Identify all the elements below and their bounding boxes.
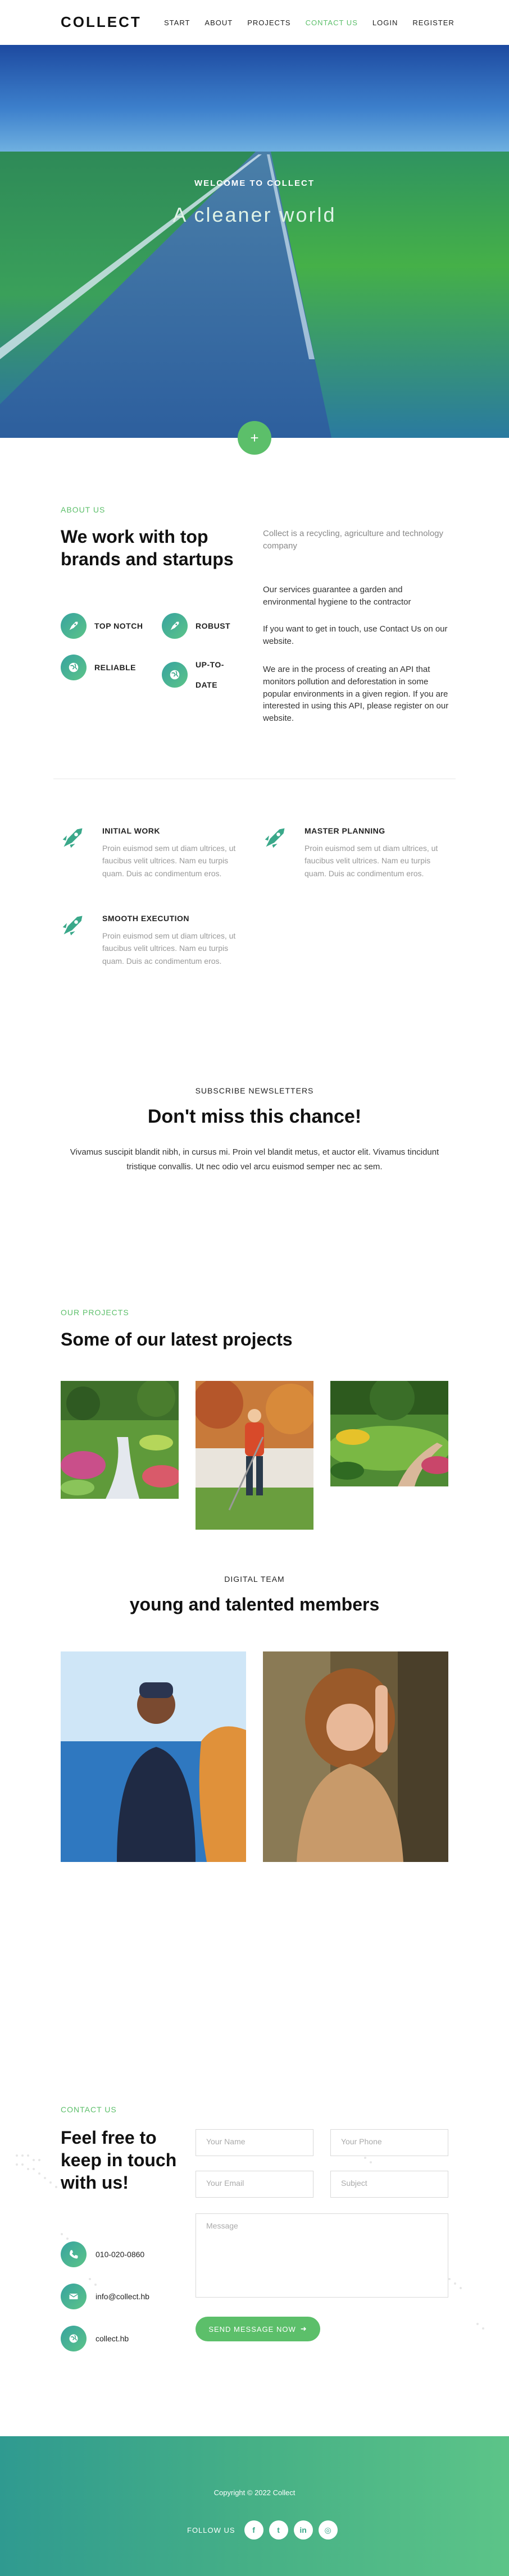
service-title: MASTER PLANNING [305,826,385,835]
newsletter-text: Vivamus suscipit blandit nibh, in cursus… [70,1147,439,1172]
rocket-icon [162,613,188,639]
project-image-1[interactable] [61,1381,179,1499]
top-navbar: COLLECT START ABOUT PROJECTS CONTACT US … [0,0,509,45]
rocket-icon [62,916,83,936]
about-paragraph-3: If you want to get in touch, use Contact… [263,624,448,646]
phone-field[interactable]: Your Phone [330,2129,448,2156]
hero-section: WELCOME TO COLLECT A cleaner world [0,45,509,438]
feature-reliable: RELIABLE [61,655,136,680]
logo[interactable]: COLLECT [61,13,142,31]
globe-icon [61,2326,87,2351]
newsletter-heading: Don't miss this chance! [147,1106,362,1127]
contact-site-value[interactable]: collect.hb [96,2334,129,2343]
subject-field[interactable]: Subject [330,2171,448,2198]
main-menu: START ABOUT PROJECTS CONTACT US LOGIN RE… [164,19,455,27]
twitter-icon[interactable]: t [269,2520,288,2540]
contact-email-value[interactable]: info@collect.hb [96,2292,149,2301]
feature-label: TOP NOTCH [94,621,143,630]
linkedin-icon[interactable]: in [293,2520,313,2540]
feature-top-notch: TOP NOTCH [61,613,143,639]
service-title: SMOOTH EXECUTION [102,914,190,923]
about-paragraph-1: Collect is a recycling, agriculture and … [263,529,443,551]
feature-robust: ROBUST [162,613,230,639]
service-text: Proin euismod sem ut diam ultrices, ut f… [102,931,236,966]
facebook-icon[interactable]: f [244,2520,263,2540]
scroll-down-button[interactable]: + [238,421,271,455]
nav-login[interactable]: LOGIN [372,19,398,27]
contact-site: collect.hb [61,2326,129,2351]
team-member-photo-1[interactable] [61,1651,246,1862]
contact-phone-value[interactable]: 010-020-0860 [96,2250,144,2259]
envelope-icon [61,2284,87,2309]
name-field[interactable]: Your Name [196,2129,313,2156]
about-kicker: ABOUT US [61,505,106,514]
nav-register[interactable]: REGISTER [412,19,454,27]
footer-copyright: Copyright © 2022 Collect [213,2488,296,2497]
service-text: Proin euismod sem ut diam ultrices, ut f… [102,844,236,878]
projects-kicker: OUR PROJECTS [61,1308,129,1317]
send-message-label: SEND MESSAGE NOW [208,2325,296,2334]
project-image-3[interactable] [330,1381,448,1486]
hero-kicker: WELCOME TO COLLECT [194,179,315,188]
project-image-2[interactable] [196,1381,313,1530]
send-arrow-icon: ➜ [300,2325,307,2333]
nav-projects[interactable]: PROJECTS [247,19,290,27]
service-text: Proin euismod sem ut diam ultrices, ut f… [305,844,438,878]
hero-background-image [0,45,509,438]
globe-icon [61,655,87,680]
nav-about[interactable]: ABOUT [204,19,233,27]
contact-email: info@collect.hb [61,2284,149,2309]
projects-heading: Some of our latest projects [61,1329,293,1349]
nav-contact-us[interactable]: CONTACT US [306,19,358,27]
about-paragraph-4: We are in the process of creating an API… [263,665,449,723]
hero-title: A cleaner world [172,203,337,226]
message-field[interactable]: Message [196,2213,448,2298]
rocket-icon [61,613,87,639]
plus-icon: + [250,429,259,446]
nav-start[interactable]: START [164,19,190,27]
feature-label: RELIABLE [94,663,136,672]
rocket-icon [62,828,83,848]
service-title: INITIAL WORK [102,826,160,835]
send-message-button[interactable]: SEND MESSAGE NOW ➜ [196,2317,320,2341]
feature-label: UP-TO-DATE [196,660,224,690]
team-heading: young and talented members [129,1594,380,1614]
phone-icon [61,2241,87,2267]
feature-up-to-date: UP-TO-DATE [162,655,231,696]
about-heading: We work with top brands and startups [61,527,234,569]
about-paragraph-2: Our services guarantee a garden and envi… [263,585,411,607]
follow-us-label: FOLLOW US [187,2525,235,2534]
contact-kicker: CONTACT US [61,2105,117,2114]
contact-heading: Feel free to keep in touch with us! [61,2127,177,2193]
email-field[interactable]: Your Email [196,2171,313,2198]
footer-social: FOLLOW US f t in ◎ [187,2520,338,2540]
feature-label: ROBUST [196,621,231,630]
contact-phone: 010-020-0860 [61,2241,144,2267]
team-member-photo-2[interactable] [263,1651,448,1862]
team-kicker: DIGITAL TEAM [224,1575,285,1584]
globe-icon [162,662,188,688]
dribbble-icon[interactable]: ◎ [318,2520,338,2540]
newsletter-kicker: SUBSCRIBE NEWSLETTERS [195,1086,314,1095]
footer: Copyright © 2022 Collect FOLLOW US f t i… [0,2436,509,2576]
rocket-icon [265,828,285,848]
